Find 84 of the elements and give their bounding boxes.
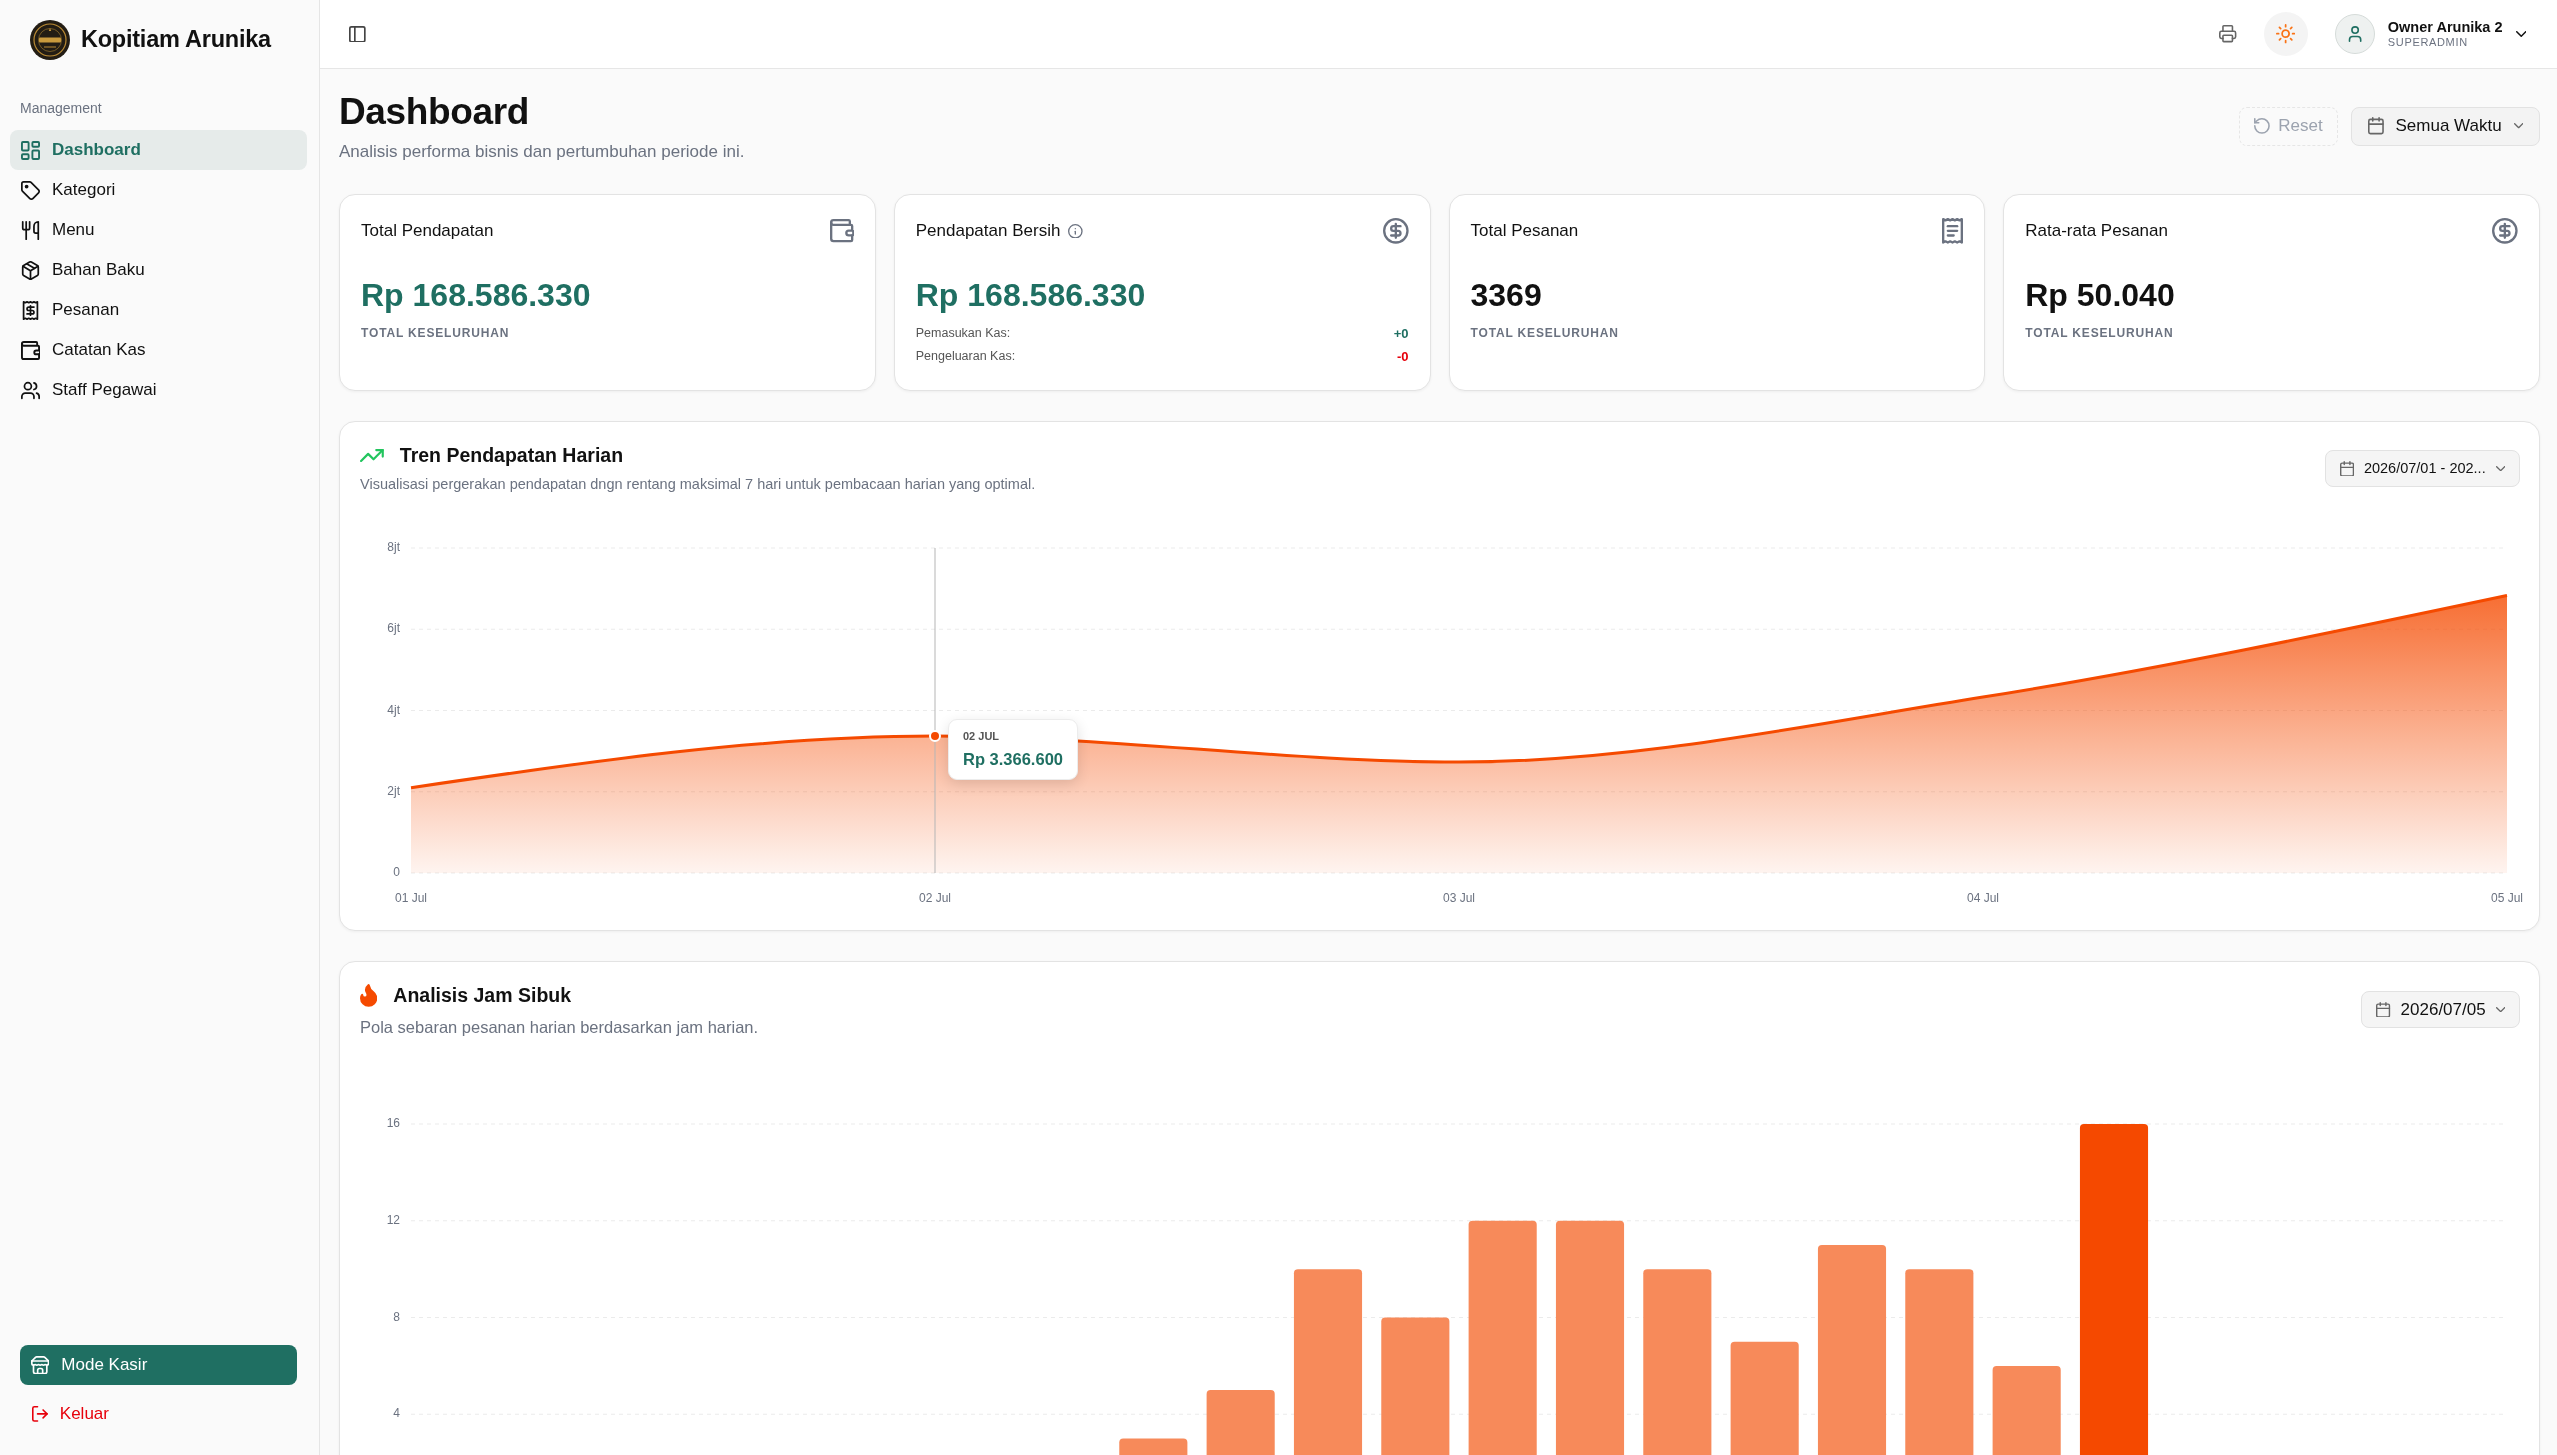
y-axis-label: 8 <box>393 1309 400 1324</box>
stat-value: Rp 168.586.330 <box>915 276 1146 314</box>
y-axis-label: 4 <box>393 1406 400 1421</box>
sidebar-item[interactable]: Bahan Baku <box>10 250 307 290</box>
chevron-down-icon <box>2495 1006 2505 1013</box>
stat-value: 3369 <box>1470 276 1542 314</box>
print-button[interactable] <box>2219 25 2237 43</box>
theme-toggle-button[interactable] <box>2263 12 2308 56</box>
panel-icon <box>349 25 366 43</box>
stat-caption: TOTAL KESELURUHAN <box>1470 326 1619 341</box>
wallet-icon <box>21 340 40 360</box>
calendar-icon <box>2367 117 2384 135</box>
chart-subtitle: Visualisasi pergerakan pendapatan dngn rentang maksimal 7 hari untuk pembacaan harian yang optimal. <box>360 475 1036 493</box>
y-axis-label: 4jt <box>387 702 400 717</box>
breakdown-value: -0 <box>1396 348 1409 366</box>
box-icon <box>21 260 40 280</box>
stat-caption: TOTAL KESELURUHAN <box>361 326 510 341</box>
cashier-mode-button[interactable]: Mode Kasir <box>20 1345 297 1385</box>
point-marker-icon <box>929 730 941 743</box>
dollar-circle-icon <box>2492 218 2518 244</box>
chevron-down-icon <box>2515 31 2526 37</box>
dollar-circle-icon <box>1382 218 1409 244</box>
calendar-icon <box>2339 460 2354 477</box>
page-subtitle: Analisis performa bisnis dan pertumbuhan periode ini. <box>339 142 745 162</box>
stat-title: Total Pesanan <box>1470 220 1579 242</box>
tooltip-date: 02 JUL <box>963 729 1000 744</box>
avatar-icon <box>2334 14 2375 54</box>
logout-icon <box>32 1406 48 1422</box>
sidebar-item[interactable]: Menu <box>10 210 307 250</box>
wallet-icon <box>830 219 854 243</box>
x-axis-label: 03 Jul <box>1443 891 1475 906</box>
store-icon <box>31 1355 50 1375</box>
people-icon <box>21 380 40 400</box>
stat-value: Rp 50.040 <box>2025 276 2175 314</box>
breakdown-value: +0 <box>1393 325 1409 343</box>
y-axis-label: 12 <box>386 1212 400 1227</box>
y-axis-label: 0 <box>393 865 400 880</box>
brand-name: Kopitiam Arunika <box>81 25 271 55</box>
user-menu-button[interactable]: Owner Arunika 2 SUPERADMIN <box>2334 14 2526 54</box>
sidebar-item[interactable]: Pesanan <box>10 290 307 330</box>
tag-icon <box>21 180 40 200</box>
chevron-down-icon <box>2513 123 2523 129</box>
calendar-icon <box>2376 1001 2391 1018</box>
fork-knife-icon <box>21 220 40 240</box>
breakdown-label: Pemasukan Kas: <box>915 325 1011 342</box>
y-axis-label: 2jt <box>387 783 400 798</box>
logout-link[interactable]: Keluar <box>20 1399 109 1429</box>
section-label: Management <box>20 100 102 117</box>
stat-value: Rp 168.586.330 <box>361 276 591 314</box>
y-axis-label: 16 <box>386 1116 400 1131</box>
grid-icon <box>21 140 40 160</box>
date-range-button[interactable]: 2026/07/01 - 202... <box>2324 450 2520 487</box>
chevron-down-icon <box>2495 465 2505 472</box>
x-axis-label: 04 Jul <box>1967 891 1999 906</box>
chart-title: Analisis Jam Sibuk <box>393 983 572 1007</box>
period-dropdown-button[interactable]: Semua Waktu <box>2350 106 2540 146</box>
receipt-icon <box>1942 218 1964 244</box>
flame-icon <box>360 983 378 1007</box>
x-axis-label: 01 Jul <box>395 891 427 906</box>
y-axis-label: 6jt <box>387 621 400 636</box>
stat-title: Pendapatan Bersih <box>915 220 1061 242</box>
sidebar-item[interactable]: Dashboard <box>10 130 307 170</box>
sun-icon <box>2276 24 2296 44</box>
sidebar-item[interactable]: Kategori <box>10 170 307 210</box>
x-axis-label: 02 Jul <box>919 891 951 906</box>
trend-up-icon <box>360 448 384 462</box>
stat-caption: TOTAL KESELURUHAN <box>2025 326 2174 341</box>
sidebar-item[interactable]: Catatan Kas <box>10 330 307 370</box>
chart-subtitle: Pola sebaran pesanan harian berdasarkan jam harian. <box>360 1017 759 1037</box>
receipt-icon <box>21 300 40 320</box>
stat-title: Total Pendapatan <box>361 220 494 242</box>
breakdown-label: Pengeluaran Kas: <box>915 348 1016 365</box>
logo-emblem-icon <box>30 20 70 60</box>
reset-icon <box>2254 118 2271 134</box>
printer-icon <box>2219 25 2237 43</box>
y-axis-label: 8jt <box>387 540 400 555</box>
page-title: Dashboard <box>339 90 529 134</box>
sidebar-item[interactable]: Staff Pegawai <box>10 370 307 410</box>
tooltip-value: Rp 3.366.600 <box>963 749 1063 770</box>
sidebar-toggle-button[interactable] <box>349 25 366 43</box>
x-axis-label: 05 Jul <box>2491 891 2523 906</box>
chart-title: Tren Pendapatan Harian <box>399 443 624 467</box>
stat-title: Rata-rata Pesanan <box>2025 220 2168 242</box>
date-picker-button[interactable]: 2026/07/05 <box>2361 991 2520 1028</box>
